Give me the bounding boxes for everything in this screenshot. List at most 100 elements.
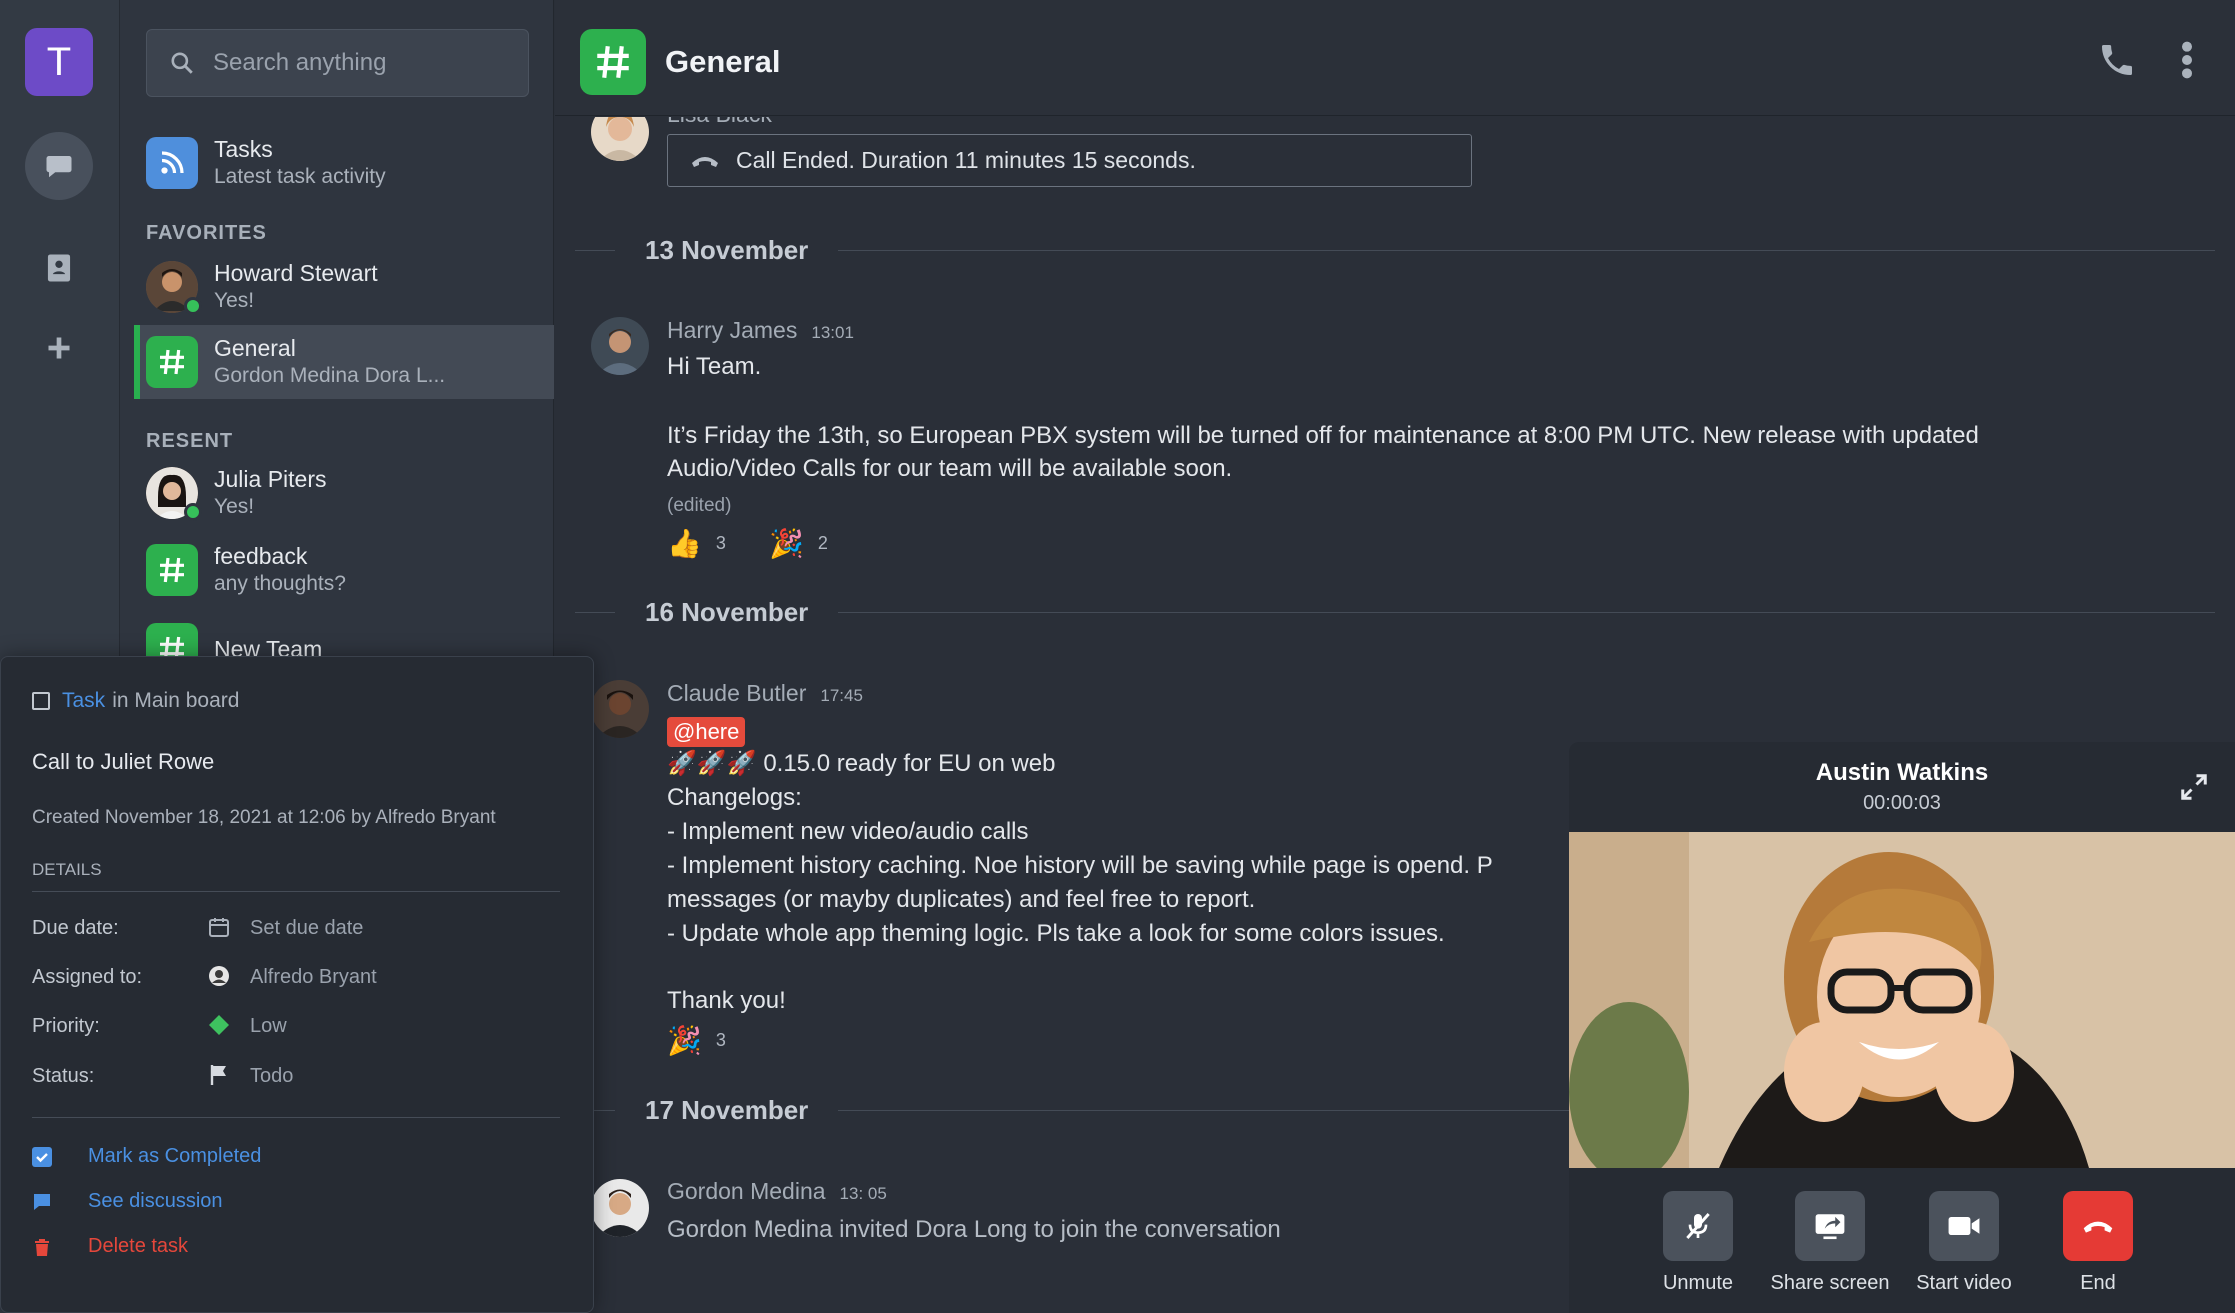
sidebar-item-tasks[interactable]: Tasks Latest task activity (134, 126, 554, 200)
reaction-party[interactable]: 🎉 2 (769, 527, 828, 560)
due-date-value[interactable]: Set due date (250, 917, 363, 940)
mention-badge[interactable]: @here (667, 715, 746, 749)
call-end-icon (692, 156, 718, 167)
see-discussion-button[interactable]: See discussion (32, 1190, 223, 1213)
details-heading: DETAILS (32, 860, 102, 879)
checkbox[interactable] (32, 692, 50, 710)
day-label: 13 November (645, 234, 809, 265)
task-title: Call to Juliet Rowe (32, 749, 215, 774)
message-time: 13:01 (811, 323, 854, 342)
sidebar-item-label: Howard Stewart (214, 260, 378, 286)
add-button[interactable] (25, 314, 93, 382)
checkbox-checked-icon (32, 1146, 52, 1167)
video-call-panel: Austin Watkins 00:00:03 Unmute Share scr… (1569, 742, 2235, 1313)
chats-nav-button[interactable] (25, 132, 93, 200)
sidebar-item-julia-piters[interactable]: Julia Piters Yes! (134, 456, 554, 530)
share-screen-icon (1815, 1214, 1845, 1240)
remote-video (1569, 832, 2235, 1168)
expand-icon[interactable] (2179, 772, 2209, 807)
sidebar-item-label: feedback (214, 543, 308, 569)
hashtag-icon (146, 544, 198, 596)
message-time: 17:45 (820, 686, 863, 705)
reaction-thumbs-up[interactable]: 👍 3 (667, 527, 726, 560)
edited-label: (edited) (667, 495, 732, 516)
delete-task-button[interactable]: Delete task (32, 1235, 188, 1258)
task-created: Created November 18, 2021 at 12:06 by Al… (32, 807, 496, 828)
sidebar-item-sub: any thoughts? (214, 572, 346, 595)
call-ended-notice: Call Ended. Duration 11 minutes 15 secon… (667, 134, 1472, 187)
search-input[interactable]: Search anything (146, 29, 529, 97)
message-text: Hi Team. (667, 353, 762, 380)
day-label: 16 November (645, 596, 809, 627)
online-status-dot (184, 503, 202, 521)
message-author: Harry James 13:01 (667, 317, 854, 343)
status-value[interactable]: Todo (250, 1065, 293, 1088)
avatar (591, 317, 649, 375)
field-label: Priority: (32, 1015, 100, 1037)
day-divider: 16 November (575, 597, 2215, 627)
video-camera-icon (1948, 1217, 1980, 1235)
workspace-avatar[interactable]: T (25, 28, 93, 96)
start-video-label: Start video (1916, 1272, 2012, 1294)
start-video-button[interactable] (1929, 1191, 1999, 1261)
sidebar-item-sub: Latest task activity (214, 165, 386, 188)
feed-icon (146, 137, 198, 189)
online-status-dot (184, 297, 202, 315)
favorites-heading: FAVORITES (146, 222, 267, 244)
priority-diamond-icon (206, 1012, 232, 1038)
task-header: Task in Main board (32, 689, 239, 713)
message-text: - Update whole app theming logic. Pls ta… (667, 920, 1445, 947)
message-author: Gordon Medina 13: 05 (667, 1178, 887, 1204)
call-ended-text: Call Ended. Duration 11 minutes 15 secon… (736, 147, 1196, 173)
calendar-icon (206, 914, 232, 940)
message-text: 🚀🚀🚀 0.15.0 ready for EU on web (667, 750, 1056, 777)
flag-icon (206, 1062, 232, 1088)
microphone-off-icon (1686, 1213, 1710, 1239)
message-text: - Implement new video/audio calls (667, 818, 1029, 845)
sidebar-item-feedback[interactable]: feedback any thoughts? (134, 533, 554, 607)
call-duration: 00:00:03 (1863, 792, 1941, 814)
task-board: in Main board (112, 689, 240, 712)
assignee-value[interactable]: Alfredo Bryant (250, 966, 377, 989)
message-text: It’s Friday the 13th, so European PBX sy… (667, 422, 1979, 449)
channel-header: General (555, 0, 2235, 116)
caller-name: Austin Watkins (1815, 759, 1989, 786)
phone-icon[interactable] (2097, 40, 2137, 85)
mark-completed-button[interactable]: Mark as Completed (32, 1145, 261, 1168)
chat-bubble-icon (34, 1193, 50, 1210)
hashtag-icon (146, 336, 198, 388)
chat-bubble-icon (46, 156, 72, 178)
divider (32, 1117, 560, 1118)
message-text: Changelogs: (667, 784, 802, 811)
message-text: messages (or mayby duplicates) and feel … (667, 886, 1256, 913)
plus-icon (48, 337, 70, 359)
sidebar-item-general[interactable]: General Gordon Medina Dora L... (134, 325, 554, 399)
more-vertical-icon[interactable] (2179, 40, 2195, 85)
sidebar-item-sub: Yes! (214, 289, 255, 312)
day-divider: 13 November (575, 235, 2215, 265)
unmute-button[interactable] (1663, 1191, 1733, 1261)
priority-value[interactable]: Low (250, 1015, 287, 1038)
task-link[interactable]: Task (62, 689, 105, 713)
message-text: - Implement history caching. Noe history… (667, 852, 1493, 879)
sidebar-item-label: General (214, 335, 296, 361)
sidebar-item-sub: Gordon Medina Dora L... (214, 364, 446, 387)
field-label: Due date: (32, 917, 119, 939)
reaction-party[interactable]: 🎉 3 (667, 1024, 726, 1057)
day-label: 17 November (645, 1094, 809, 1125)
divider (32, 891, 560, 892)
message-author: Claude Butler 17:45 (667, 680, 863, 706)
contacts-nav-button[interactable] (25, 234, 93, 302)
message-text: Thank you! (667, 987, 786, 1014)
field-label: Status: (32, 1065, 95, 1087)
hashtag-icon (580, 29, 646, 95)
end-call-button[interactable] (2063, 1191, 2133, 1261)
message-author: Lisa Black (667, 117, 772, 128)
avatar (591, 117, 649, 161)
share-screen-label: Share screen (1770, 1272, 1890, 1294)
avatar (591, 680, 649, 738)
task-popover: Task in Main board Call to Juliet Rowe C… (0, 656, 594, 1313)
message-text: Audio/Video Calls for our team will be a… (667, 455, 1233, 482)
sidebar-item-howard-stewart[interactable]: Howard Stewart Yes! (134, 250, 554, 324)
share-screen-button[interactable] (1795, 1191, 1865, 1261)
